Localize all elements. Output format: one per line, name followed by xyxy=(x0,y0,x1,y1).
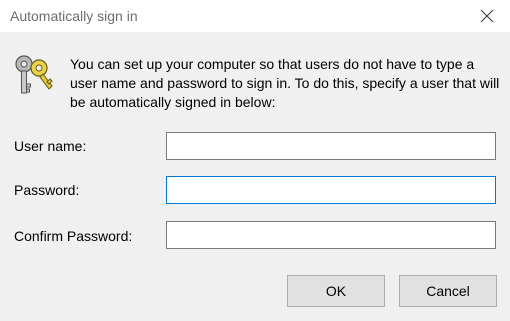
window-title: Automatically sign in xyxy=(10,8,138,24)
confirm-password-label: Confirm Password: xyxy=(14,228,133,244)
cancel-button[interactable]: Cancel xyxy=(399,275,497,307)
title-bar: Automatically sign in xyxy=(0,0,510,32)
close-icon xyxy=(480,9,494,23)
close-button[interactable] xyxy=(464,0,510,32)
description-text: You can set up your computer so that use… xyxy=(70,56,500,110)
username-input[interactable] xyxy=(166,132,496,160)
ok-button[interactable]: OK xyxy=(287,275,385,307)
username-label: User name: xyxy=(14,138,87,154)
password-label: Password: xyxy=(14,182,80,198)
password-input[interactable] xyxy=(166,176,496,204)
confirm-password-input[interactable] xyxy=(166,221,496,249)
keys-icon xyxy=(15,55,53,94)
